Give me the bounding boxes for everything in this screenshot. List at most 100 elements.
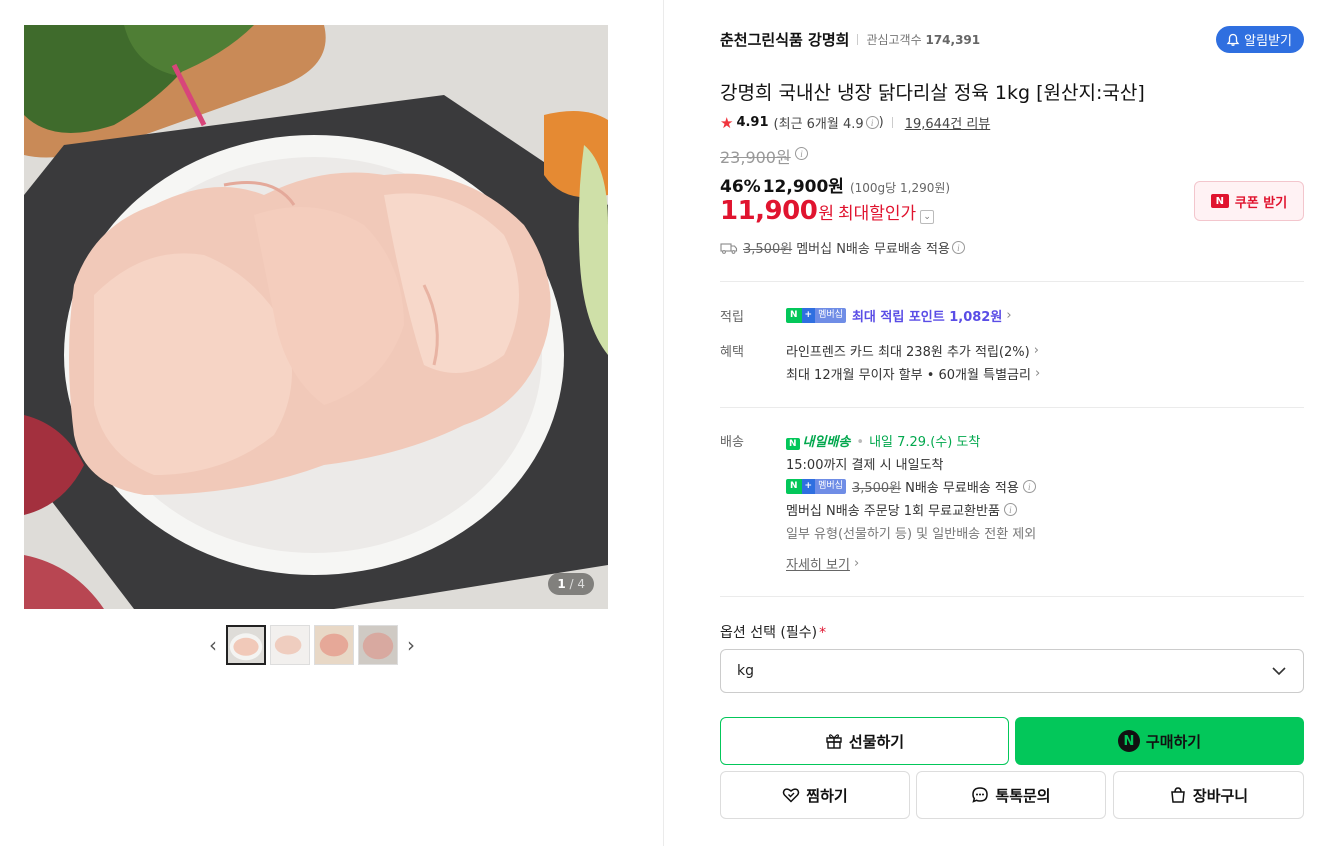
divider — [720, 281, 1304, 282]
unit-price: (100g당 1,290원) — [849, 181, 951, 195]
gift-button[interactable]: 선물하기 — [720, 717, 1009, 765]
info-icon[interactable]: i — [1003, 503, 1017, 516]
points-label: 적립 — [720, 310, 744, 325]
column-divider — [663, 0, 664, 846]
separator — [891, 117, 893, 128]
nextday-row: N 내일배송 • 내일 7.29.(수) 도착 — [786, 431, 980, 450]
option-select[interactable]: kg — [720, 649, 1304, 693]
talk-label: 톡톡문의 — [995, 786, 1051, 805]
chevron-down-icon — [1272, 667, 1286, 676]
nextday-badge: N 내일배송 — [786, 431, 850, 450]
exclude-text: 일부 유형(선물하기 등) 및 일반배송 전환 제외 — [786, 527, 1037, 542]
detail-link[interactable]: 자세히 보기 — [786, 554, 850, 573]
rating-recent: (최근 6개월 4.9 — [773, 117, 864, 132]
thumb-next-icon[interactable]: › — [402, 625, 420, 665]
benefit-installment-text: 최대 12개월 무이자 할부 • 60개월 특별금리 — [786, 368, 1031, 383]
thumbnail-1[interactable] — [226, 625, 266, 665]
alarm-button[interactable]: 알림받기 — [1216, 26, 1304, 53]
benefit-card[interactable]: 라인프렌즈 카드 최대 238원 추가 적립(2%) › — [786, 341, 1039, 360]
nextday-icon: N — [786, 438, 800, 450]
free-shipping-strike: 3,500원 — [851, 481, 902, 496]
rating-recent-close: ) — [878, 115, 884, 130]
chevron-right-icon: › — [1006, 308, 1012, 323]
wish-button[interactable]: 찜하기 — [720, 771, 910, 819]
cutoff-text: 15:00까지 결제 시 내일도착 — [786, 458, 944, 473]
max-price-unit: 원 — [818, 204, 834, 224]
shipping-row: 3,500원 멤버십 N배송 무료배송 적용 i — [720, 238, 965, 257]
max-discount-row[interactable]: 11,900 원 최대할인가 ⌄ — [720, 196, 935, 226]
talk-button[interactable]: 톡톡문의 — [916, 771, 1106, 819]
thumbnail-3[interactable] — [314, 625, 354, 665]
thumbnail-image — [359, 626, 397, 664]
cart-button[interactable]: 장바구니 — [1113, 771, 1304, 819]
benefit-installment[interactable]: 최대 12개월 무이자 할부 • 60개월 특별금리 › — [786, 364, 1040, 383]
thumbnail-image — [271, 626, 309, 664]
rating-row: ★ 4.91 (최근 6개월 4.9 i ) 19,644건 리뷰 — [720, 113, 991, 133]
max-discount-label: 최대할인가 — [837, 204, 917, 224]
alarm-label: 알림받기 — [1244, 34, 1292, 49]
thumbnail-4[interactable] — [358, 625, 398, 665]
bell-icon — [1226, 33, 1240, 46]
cart-label: 장바구니 — [1192, 786, 1249, 805]
naver-pay-icon: N — [1117, 730, 1140, 752]
separator — [857, 33, 859, 45]
store-name[interactable]: 춘천그린식품 강명희 — [720, 29, 849, 50]
buy-button[interactable]: N 구매하기 — [1015, 717, 1304, 765]
heart-icon — [783, 788, 800, 803]
star-icon: ★ — [720, 113, 734, 132]
gift-label: 선물하기 — [848, 732, 905, 751]
free-shipping-row: N + 멤버십 3,500원 N배송 무료배송 적용 i — [786, 477, 1036, 496]
price-row: 46% 12,900원 (100g당 1,290원) — [720, 172, 950, 197]
points-row[interactable]: N + 멤버십 최대 적립 포인트 1,082원 › — [786, 306, 1012, 325]
divider — [720, 407, 1304, 408]
shopping-bag-icon — [1171, 787, 1185, 803]
shipping-original: 3,500원 — [743, 242, 793, 257]
gift-icon — [826, 734, 842, 749]
exchange-text: 멤버십 N배송 주문당 1회 무료교환반품 — [786, 504, 1000, 519]
exchange-row: 멤버십 N배송 주문당 1회 무료교환반품 i — [786, 500, 1017, 519]
divider — [720, 596, 1304, 597]
max-discount-price: 11,900 — [720, 196, 818, 226]
naver-plus-membership-badge: N + 멤버십 — [786, 479, 846, 494]
thumbnail-image — [228, 627, 264, 663]
price-info-icon[interactable]: i — [795, 147, 808, 160]
chevron-right-icon: › — [1033, 343, 1039, 358]
benefit-card-text: 라인프렌즈 카드 최대 238원 추가 적립(2%) — [786, 345, 1030, 360]
thumbnail-strip: ‹ › — [204, 625, 420, 665]
chevron-right-icon: › — [853, 556, 860, 571]
truck-icon — [720, 242, 738, 254]
fans-count: 관심고객수 174,391 — [866, 32, 981, 47]
product-info-panel: 춘천그린식품 강명희 관심고객수 174,391 알림받기 강명희 국내산 냉장… — [720, 0, 1304, 846]
option-title: 옵션 선택 (필수) * — [720, 625, 827, 641]
free-shipping-text: N배송 무료배송 적용 — [905, 481, 1019, 496]
shipping-text: 멤버십 N배송 무료배송 적용 — [796, 242, 950, 257]
chevron-down-icon[interactable]: ⌄ — [920, 210, 935, 224]
thumb-prev-icon[interactable]: ‹ — [204, 625, 222, 665]
rating-score: 4.91 — [736, 115, 769, 130]
info-icon[interactable]: i — [1022, 480, 1036, 493]
thumbnail-image — [315, 626, 353, 664]
chicken-thigh-photo — [24, 25, 608, 609]
counter-current: 1 — [557, 577, 566, 591]
option-selected-value: kg — [737, 663, 754, 679]
info-icon[interactable]: i — [951, 241, 965, 254]
image-counter: 1 / 4 — [548, 573, 594, 595]
naver-plus-membership-badge: N + 멤버십 — [786, 308, 846, 323]
sale-price: 12,900원 — [762, 177, 844, 197]
max-points-text: 최대 적립 포인트 1,082원 — [851, 310, 1003, 325]
info-icon[interactable]: i — [865, 116, 879, 129]
delivery-label: 배송 — [720, 435, 744, 450]
detail-link-row[interactable]: 자세히 보기 › — [786, 554, 859, 573]
chat-icon — [972, 787, 989, 803]
benefit-label: 혜택 — [720, 345, 744, 360]
counter-total: 4 — [577, 577, 585, 591]
product-main-image[interactable]: 1 / 4 — [24, 25, 608, 609]
coupon-button[interactable]: N 쿠폰 받기 — [1194, 181, 1304, 221]
product-title: 강명희 국내산 냉장 닭다리살 정육 1kg [원산지:국산] — [720, 82, 1145, 104]
original-price: 23,900원 — [720, 148, 791, 167]
chevron-right-icon: › — [1034, 366, 1041, 381]
thumbnail-2[interactable] — [270, 625, 310, 665]
arrive-date: • 내일 7.29.(수) 도착 — [856, 435, 981, 450]
buy-label: 구매하기 — [1145, 732, 1202, 751]
review-link[interactable]: 19,644건 리뷰 — [905, 113, 991, 132]
